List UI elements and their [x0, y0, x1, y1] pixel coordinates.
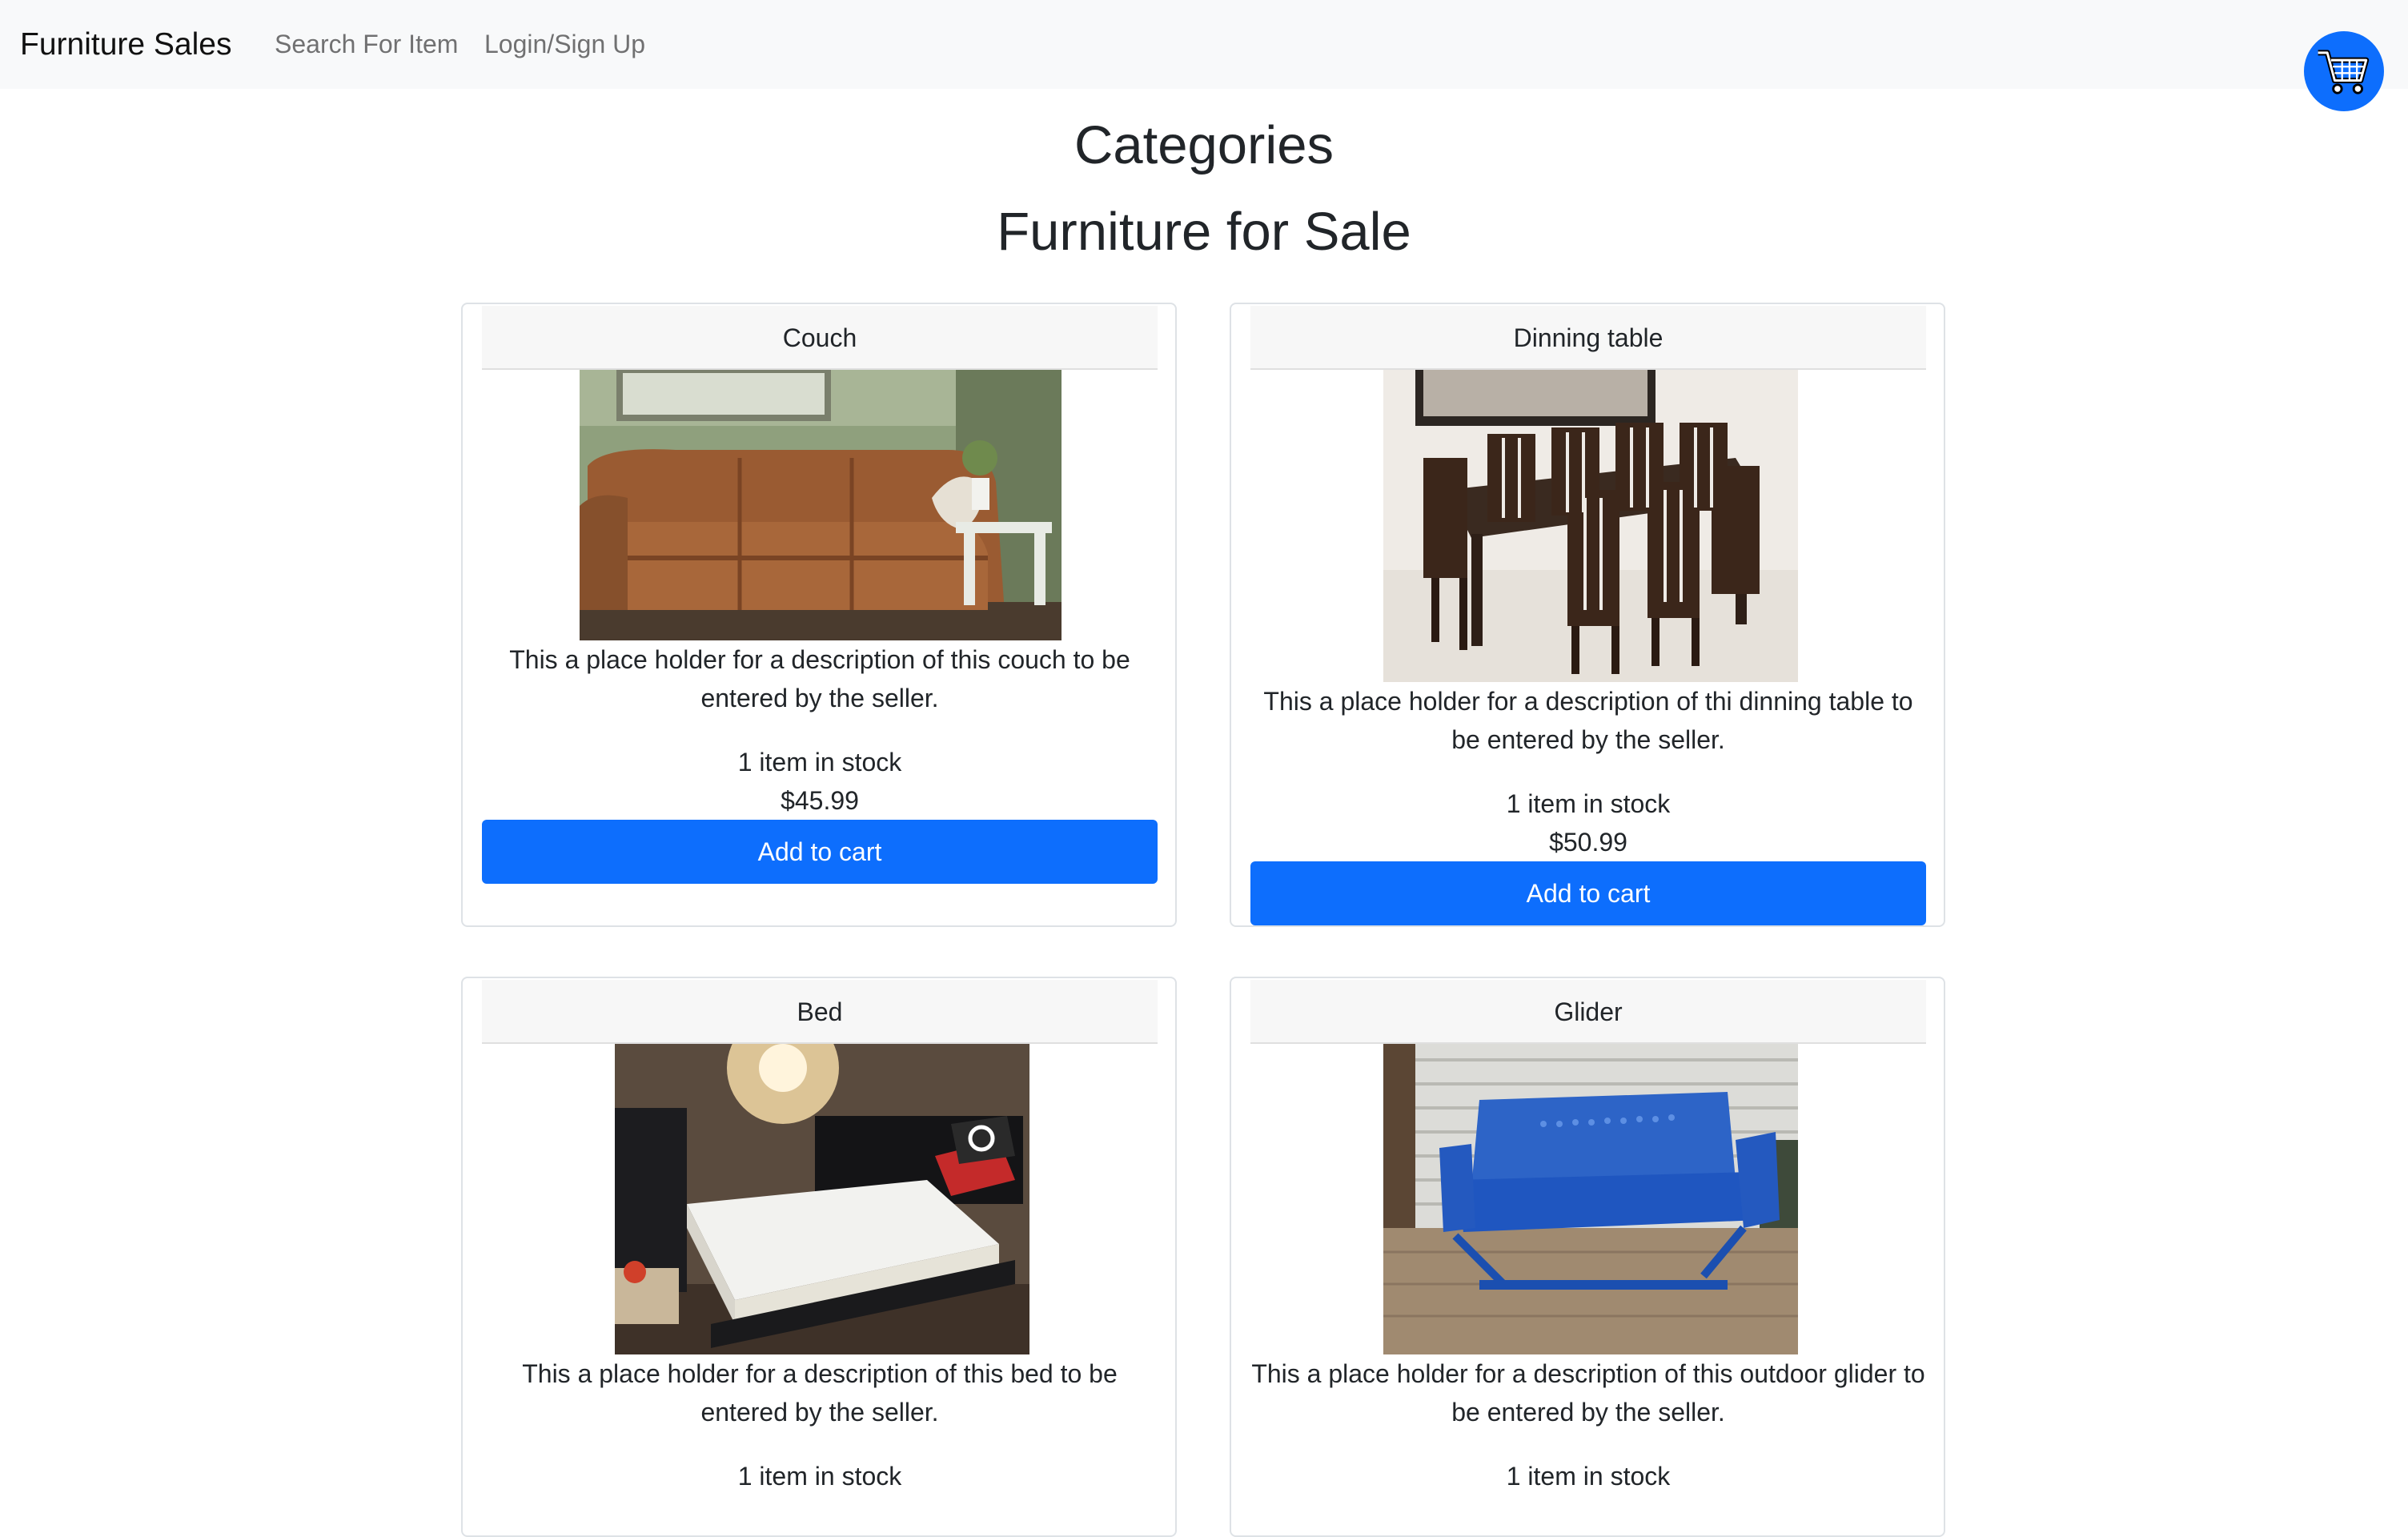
categories-heading: Categories — [1074, 115, 1334, 175]
product-title: Dinning table — [1250, 306, 1926, 370]
shopping-cart-icon — [2318, 50, 2370, 94]
sale-heading: Furniture for Sale — [997, 202, 1411, 262]
couch-image — [580, 370, 1062, 640]
product-price: $50.99 — [1549, 828, 1627, 857]
cart-button[interactable] — [2304, 31, 2384, 111]
product-description: This a place holder for a description of… — [1263, 687, 1913, 754]
product-card-dinning-table: Dinning table This a place holder for a … — [1230, 303, 1945, 927]
product-card-couch: Couch This a place holder for a descript… — [461, 303, 1177, 927]
product-stock: 1 item in stock — [1506, 1462, 1671, 1491]
brand-link[interactable]: Furniture Sales — [20, 22, 231, 67]
product-price: $45.99 — [781, 786, 859, 815]
product-title: Glider — [1250, 980, 1926, 1044]
product-description: This a place holder for a description of… — [509, 645, 1130, 712]
product-card-bed: Bed This a place holder for a descriptio… — [461, 977, 1177, 1537]
product-description: This a place holder for a description of… — [1251, 1359, 1925, 1427]
dinning-table-image — [1383, 370, 1798, 682]
product-title: Bed — [482, 980, 1158, 1044]
product-stock: 1 item in stock — [737, 748, 902, 777]
product-stock: 1 item in stock — [1506, 789, 1671, 818]
nav-login-link[interactable]: Login/Sign Up — [484, 26, 645, 62]
bed-image — [615, 1044, 1029, 1354]
navbar: Furniture Sales Search For Item Login/Si… — [0, 0, 2408, 89]
product-title: Couch — [482, 306, 1158, 370]
product-stock: 1 item in stock — [737, 1462, 902, 1491]
product-description: This a place holder for a description of… — [522, 1359, 1118, 1427]
nav-search-link[interactable]: Search For Item — [275, 26, 458, 62]
add-to-cart-button[interactable]: Add to cart — [1250, 861, 1926, 925]
glider-image — [1383, 1044, 1798, 1354]
product-card-glider: Glider This a place holder for a descrip… — [1230, 977, 1945, 1537]
add-to-cart-button[interactable]: Add to cart — [482, 820, 1158, 884]
